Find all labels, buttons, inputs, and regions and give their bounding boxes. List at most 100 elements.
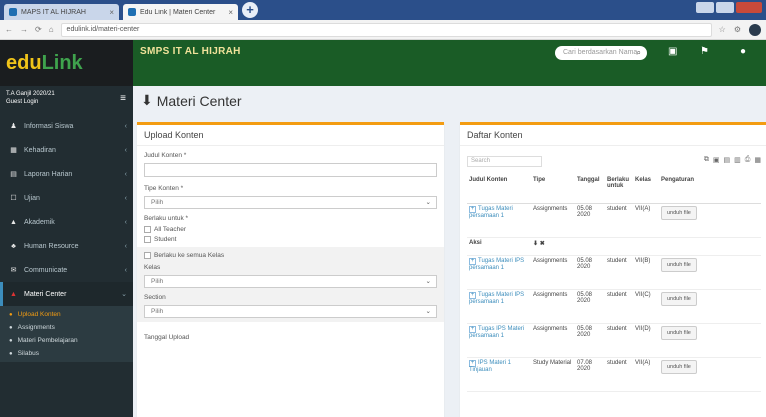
close-tab-icon[interactable]: ×	[109, 8, 114, 17]
expand-icon[interactable]: +	[469, 257, 476, 265]
download-file-button[interactable]: unduh file	[661, 359, 697, 374]
expand-icon[interactable]: +	[469, 325, 476, 333]
column-header[interactable]: Berlaku untuk	[605, 175, 633, 204]
new-tab-button[interactable]: +	[242, 2, 258, 18]
chevron-left-icon: ‹	[124, 194, 127, 202]
column-header[interactable]: Kelas	[633, 175, 659, 204]
checkbox[interactable]	[144, 226, 151, 233]
tab-label: MAPS IT AL HIJRAH	[21, 8, 86, 16]
section-select[interactable]: Pilih ⌄	[144, 305, 437, 318]
hamburger-menu-icon[interactable]: ≡	[120, 94, 126, 104]
favicon-icon	[9, 8, 17, 16]
logo[interactable]: edu Link	[0, 40, 133, 86]
expand-icon[interactable]: +	[469, 205, 476, 213]
checkbox[interactable]	[144, 252, 151, 259]
check-all-teacher[interactable]: All Teacher	[144, 225, 437, 234]
judul-konten-input[interactable]	[144, 163, 437, 177]
pdf-icon[interactable]: ▥	[734, 156, 741, 164]
home-icon[interactable]: ⌂	[49, 25, 54, 34]
message-icon[interactable]: ▣	[668, 46, 677, 57]
csv-icon[interactable]: ▤	[724, 156, 731, 164]
column-header[interactable]: Tipe	[531, 175, 575, 204]
subnav-upload-konten[interactable]: ● Upload Konten	[0, 308, 133, 321]
column-header[interactable]: Tanggal	[575, 175, 605, 204]
address-bar[interactable]: edulink.id/materi-center	[60, 22, 712, 37]
delete-icon[interactable]: ✖	[540, 241, 545, 247]
maximize-button[interactable]	[716, 2, 734, 13]
close-window-button[interactable]	[736, 2, 762, 13]
check-student[interactable]: Student	[144, 235, 437, 244]
subnav-assignments[interactable]: ● Assignments	[0, 321, 133, 334]
panel-title: Upload Konten	[137, 125, 444, 146]
download-file-button[interactable]: unduh file	[661, 205, 697, 220]
minimize-button[interactable]	[696, 2, 714, 13]
profile-avatar[interactable]	[749, 23, 761, 36]
cell-kelas: VII(C)	[633, 289, 659, 324]
browser-tab-1[interactable]: MAPS IT AL HIJRAH ×	[4, 4, 119, 20]
subnav-materi-pembelajaran[interactable]: ● Materi Pembelajaran	[0, 334, 133, 347]
close-tab-icon[interactable]: ×	[228, 8, 233, 17]
cell-kelas: VII(A)	[633, 203, 659, 238]
browser-tab-2[interactable]: Edu Link | Materi Center ×	[123, 4, 238, 20]
browser-toolbar: ← → ⟳ ⌂ edulink.id/materi-center ☆ ⚙	[0, 20, 766, 40]
column-header[interactable]: Pengaturan	[659, 175, 761, 204]
people-icon: ♣	[11, 242, 16, 250]
download-icon[interactable]: ⬇	[533, 241, 538, 247]
expand-icon[interactable]: +	[469, 359, 476, 367]
expand-icon[interactable]: +	[469, 291, 476, 299]
search-placeholder: Cari berdasarkan Nama	[563, 49, 638, 56]
sidebar-item-label: Communicate	[24, 266, 68, 274]
sidebar-item-kehadiran[interactable]: ▦ Kehadiran ‹	[0, 138, 133, 162]
exam-icon: ☐	[10, 195, 17, 202]
copy-icon[interactable]: ⧉	[704, 156, 709, 164]
cell-tanggal: 05.08 2020	[575, 255, 605, 290]
reload-icon[interactable]: ⟳	[35, 25, 42, 34]
print-icon[interactable]: ⎙	[745, 156, 751, 164]
column-header[interactable]: Judul Konten	[467, 175, 531, 204]
back-icon[interactable]: ←	[5, 25, 13, 34]
content-title-link[interactable]: Tugas Materi IPS persamaan 1	[469, 292, 524, 305]
content-title-link[interactable]: Tugas Materi IPS persamaan 1	[469, 258, 524, 271]
sidebar-item-label: Kehadiran	[24, 146, 56, 154]
logo-link: Link	[41, 51, 83, 74]
subnav-silabus[interactable]: ● Silabus	[0, 347, 133, 360]
excel-icon[interactable]: ▣	[713, 156, 720, 164]
sidebar-item-human-resource[interactable]: ♣ Human Resource ‹	[0, 234, 133, 258]
forward-icon[interactable]: →	[20, 25, 28, 34]
user-icon[interactable]: ●	[740, 46, 746, 57]
subnav-label: Assignments	[17, 324, 55, 331]
checkbox[interactable]	[144, 236, 151, 243]
tipe-konten-select[interactable]: Pilih ⌄	[144, 196, 437, 209]
star-icon[interactable]: ☆	[719, 25, 726, 34]
check-all-class[interactable]: Berlaku ke semua Kelas	[144, 251, 437, 260]
sidebar-item-ujian[interactable]: ☐ Ujian ‹	[0, 186, 133, 210]
content-title-link[interactable]: Tugas IPS Materi persamaan 1	[469, 326, 524, 339]
detail-label: Aksi	[467, 237, 531, 256]
berlaku-label: Berlaku untuk *	[144, 215, 189, 222]
extensions-icon[interactable]: ⚙	[734, 25, 741, 34]
search-icon[interactable]: ⌕	[637, 46, 641, 60]
sidebar-item-informasi-siswa[interactable]: ♟ Informasi Siswa ‹	[0, 114, 133, 138]
sidebar-item-communicate[interactable]: ✉ Communicate ‹	[0, 258, 133, 282]
cell-tipe: Assignments	[531, 203, 575, 238]
table-search-input[interactable]: Search	[467, 156, 542, 167]
sidebar-item-label: Akademik	[24, 218, 55, 226]
download-file-button[interactable]: unduh file	[661, 325, 697, 340]
dot-icon: ●	[9, 311, 13, 318]
kelas-select[interactable]: Pilih ⌄	[144, 275, 437, 288]
download-file-button[interactable]: unduh file	[661, 291, 697, 306]
download-file-button[interactable]: unduh file	[661, 257, 697, 272]
sidebar-item-materi-center[interactable]: ▲ Materi Center ⌄	[0, 282, 133, 306]
sidebar-item-laporan-harian[interactable]: ▤ Laporan Harian ‹	[0, 162, 133, 186]
users-icon: ♟	[10, 123, 17, 130]
flag-icon[interactable]: ⚑	[700, 46, 709, 57]
select-value: Pilih	[151, 308, 164, 315]
sidebar-item-akademik[interactable]: ▲ Akademik ‹	[0, 210, 133, 234]
calendar-icon: ▦	[10, 147, 17, 154]
header-search-input[interactable]: Cari berdasarkan Nama ⌕	[555, 46, 647, 60]
chevron-down-icon: ⌄	[121, 291, 127, 298]
sidebar-item-label: Laporan Harian	[24, 170, 73, 178]
chevron-left-icon: ‹	[124, 218, 127, 226]
chevron-left-icon: ‹	[124, 266, 127, 274]
columns-icon[interactable]: ▦	[754, 156, 761, 164]
